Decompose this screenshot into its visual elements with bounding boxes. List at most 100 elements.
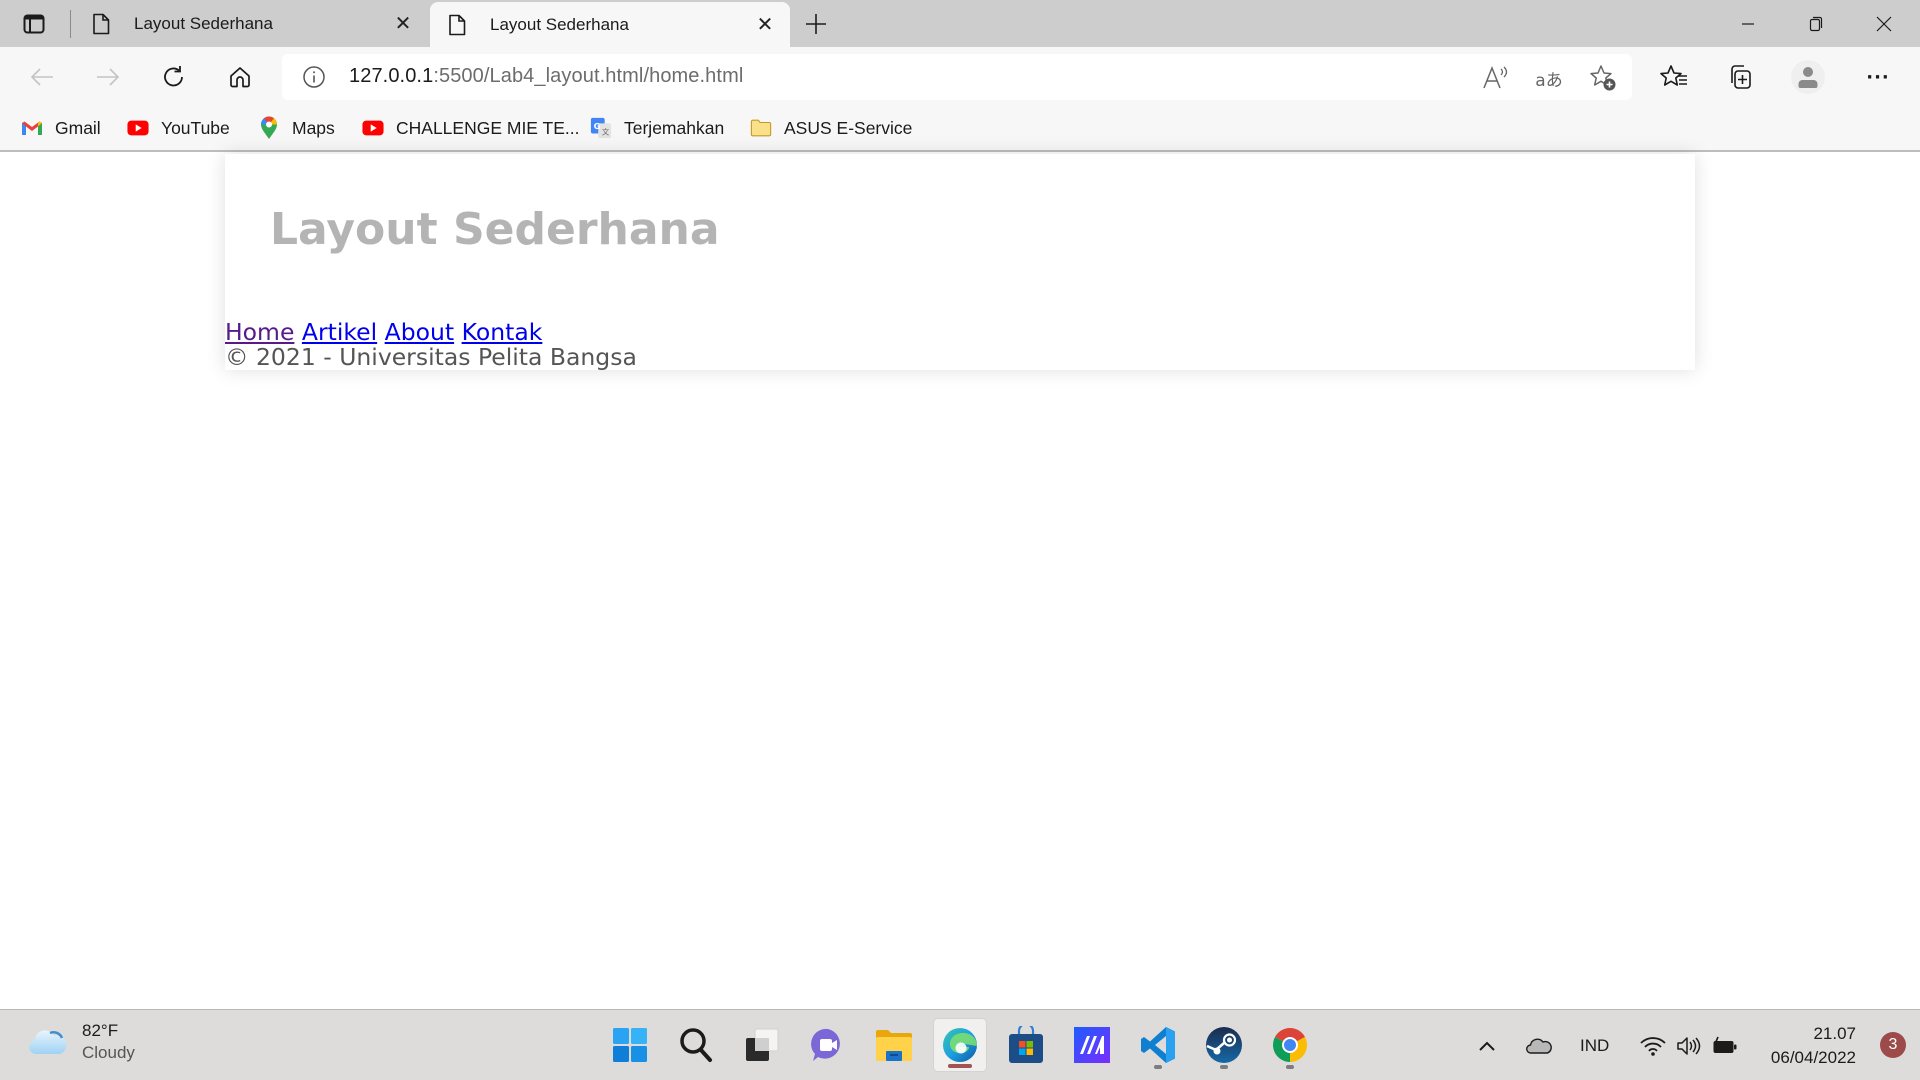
folder-icon [750, 117, 772, 139]
running-indicator [1154, 1065, 1162, 1069]
task-view-icon [746, 1028, 779, 1061]
favorites-button[interactable] [1654, 57, 1694, 97]
taskbar-task-view[interactable] [735, 1018, 789, 1072]
info-icon[interactable] [302, 65, 326, 89]
page-icon [448, 14, 468, 36]
bookmark-gmail[interactable]: Gmail [21, 113, 101, 143]
tab-inactive[interactable]: Layout Sederhana ✕ [80, 0, 428, 47]
close-tab-button[interactable]: ✕ [750, 10, 780, 40]
bookmark-label: Terjemahkan [624, 117, 725, 138]
weather-temperature: 82°F [82, 1021, 119, 1040]
svg-text:G: G [594, 121, 601, 131]
translate-button[interactable]: aあ [1535, 64, 1563, 92]
tab-separator [70, 10, 71, 38]
read-aloud-icon [1483, 65, 1508, 89]
minimize-button[interactable] [1714, 0, 1782, 47]
wifi-button[interactable] [1640, 1010, 1666, 1080]
taskbar-search[interactable] [669, 1018, 723, 1072]
close-window-button[interactable] [1850, 0, 1918, 47]
taskbar-vscode[interactable] [1131, 1018, 1185, 1072]
bookmark-youtube[interactable]: YouTube [127, 113, 230, 143]
vscode-icon [1141, 1027, 1175, 1063]
back-button[interactable] [22, 57, 62, 97]
home-button[interactable] [220, 57, 260, 97]
tab-actions-button[interactable] [22, 12, 46, 36]
clock-date: 06/04/2022 [1770, 1048, 1856, 1067]
maps-icon [258, 116, 280, 139]
bookmark-label: CHALLENGE MIE TE... [396, 117, 580, 138]
cloud-icon [28, 1027, 68, 1057]
volume-icon [1677, 1036, 1701, 1055]
tab-strip: Layout Sederhana ✕ Layout Sederhana ✕ [0, 0, 1920, 47]
taskbar-chat[interactable] [801, 1018, 855, 1072]
onedrive-button[interactable] [1526, 1010, 1552, 1080]
taskbar-edge[interactable] [933, 1018, 987, 1072]
windows-start-icon [613, 1028, 647, 1062]
refresh-icon [164, 66, 183, 87]
page-container: Layout Sederhana Home Artikel About Kont… [225, 154, 1695, 370]
teams-chat-icon [811, 1028, 840, 1061]
back-arrow-icon [30, 68, 53, 86]
bookmark-challenge[interactable]: CHALLENGE MIE TE... [362, 113, 579, 143]
add-favorite-icon [1590, 65, 1616, 91]
more-icon: ··· [1866, 66, 1890, 88]
youtube-icon [127, 117, 149, 139]
nav-link-artikel[interactable]: Artikel [302, 318, 377, 346]
collections-icon [1731, 65, 1751, 89]
forward-button[interactable] [88, 57, 128, 97]
taskbar-start[interactable] [603, 1018, 657, 1072]
close-icon: ✕ [756, 14, 774, 36]
myasus-icon [1074, 1027, 1110, 1063]
bookmark-maps[interactable]: Maps [258, 113, 335, 143]
restore-button[interactable] [1782, 0, 1850, 47]
page-title: Layout Sederhana [270, 204, 720, 255]
battery-button[interactable] [1712, 1010, 1738, 1080]
address-bar[interactable]: 127.0.0.1:5500/Lab4_layout.html/home.htm… [282, 54, 1632, 100]
collections-button[interactable] [1720, 57, 1760, 97]
refresh-button[interactable] [154, 57, 194, 97]
show-hidden-icons-button[interactable] [1478, 1010, 1496, 1080]
weather-widget[interactable]: 82°F Cloudy [28, 1020, 135, 1064]
nav-link-home[interactable]: Home [225, 318, 294, 346]
tab-actions-icon [23, 14, 45, 34]
taskbar-store[interactable] [999, 1018, 1053, 1072]
minimize-icon [1742, 22, 1754, 25]
bookmark-label: YouTube [161, 117, 230, 138]
bookmark-terjemahkan[interactable]: G文 Terjemahkan [590, 113, 724, 143]
profile-icon [1791, 60, 1825, 94]
onedrive-icon [1526, 1038, 1552, 1054]
bookmarks-bar: Gmail YouTube Maps CHALLENGE MIE TE... G… [0, 107, 1920, 152]
read-aloud-button[interactable] [1481, 64, 1509, 92]
more-button[interactable]: ··· [1858, 57, 1898, 97]
taskbar-file-explorer[interactable] [867, 1018, 921, 1072]
taskbar-myasus[interactable] [1065, 1018, 1119, 1072]
nav-link-about[interactable]: About [385, 318, 454, 346]
volume-button[interactable] [1676, 1010, 1702, 1080]
tab-active[interactable]: Layout Sederhana ✕ [430, 2, 790, 47]
wifi-icon [1640, 1036, 1666, 1056]
notification-badge[interactable]: 3 [1880, 1032, 1906, 1058]
bookmark-label: Gmail [55, 117, 101, 138]
bookmark-asus-eservice[interactable]: ASUS E-Service [750, 113, 912, 143]
chrome-icon [1273, 1028, 1307, 1062]
steam-icon [1206, 1027, 1242, 1063]
google-translate-icon: G文 [590, 117, 612, 139]
file-explorer-icon [876, 1030, 912, 1061]
url-text[interactable]: 127.0.0.1:5500/Lab4_layout.html/home.htm… [349, 65, 743, 88]
close-tab-button[interactable]: ✕ [388, 9, 418, 39]
new-tab-button[interactable] [800, 8, 832, 40]
tab-title: Layout Sederhana [490, 14, 629, 34]
running-indicator [948, 1064, 972, 1068]
add-favorite-button[interactable] [1589, 64, 1617, 92]
youtube-icon [362, 117, 384, 139]
nav-link-kontak[interactable]: Kontak [462, 318, 543, 346]
clock[interactable]: 21.07 06/04/2022 [1771, 1022, 1856, 1070]
weather-condition: Cloudy [82, 1043, 135, 1062]
language-indicator[interactable]: IND [1580, 1010, 1609, 1080]
taskbar-steam[interactable] [1197, 1018, 1251, 1072]
running-indicator [1220, 1065, 1228, 1069]
profile-button[interactable] [1788, 57, 1828, 97]
plus-icon [806, 14, 826, 34]
taskbar-chrome[interactable] [1263, 1018, 1317, 1072]
svg-text:文: 文 [602, 127, 610, 136]
